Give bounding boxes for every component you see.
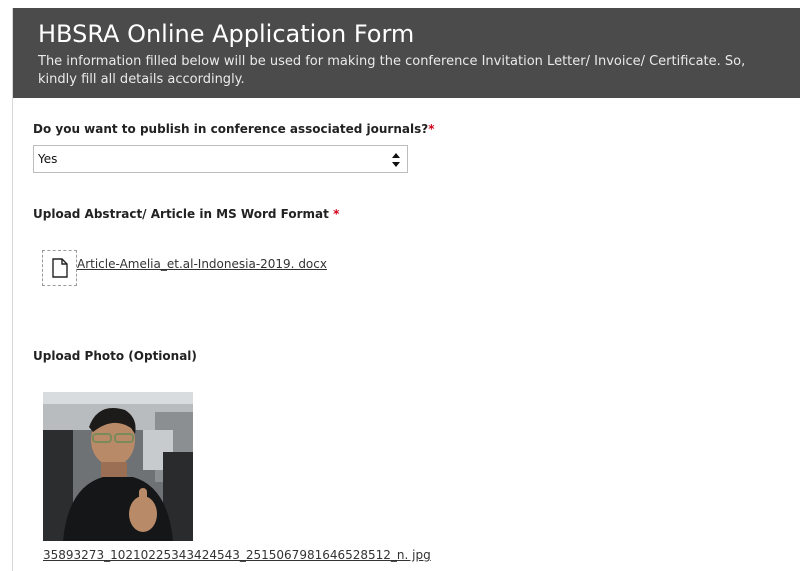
publish-question-label: Do you want to publish in conference ass… — [33, 122, 434, 136]
document-icon[interactable] — [42, 250, 77, 286]
form-header: HBSRA Online Application Form The inform… — [13, 8, 800, 98]
upload-abstract-label: Upload Abstract/ Article in MS Word Form… — [33, 207, 339, 221]
document-icon-glyph — [52, 258, 68, 278]
abstract-file-link[interactable]: Article-Amelia_et.al-Indonesia-2019. doc… — [77, 257, 327, 271]
publish-select-value: Yes — [38, 152, 58, 166]
photo-image — [43, 392, 193, 541]
upload-photo-label: Upload Photo (Optional) — [33, 349, 197, 363]
uploaded-photo-thumbnail[interactable] — [43, 392, 193, 541]
form-title: HBSRA Online Application Form — [38, 20, 415, 48]
select-arrows-icon — [392, 153, 400, 167]
publish-question-text: Do you want to publish in conference ass… — [33, 122, 429, 136]
required-asterisk: * — [428, 122, 435, 136]
publish-select[interactable]: Yes — [33, 145, 408, 173]
upload-abstract-text: Upload Abstract/ Article in MS Word Form… — [33, 207, 329, 221]
required-asterisk: * — [333, 207, 340, 221]
form-subtitle: The information filled below will be use… — [38, 54, 746, 87]
application-form-page: HBSRA Online Application Form The inform… — [0, 0, 800, 571]
photo-file-link[interactable]: 35893273_10210225343424543_2515067981646… — [43, 548, 431, 562]
